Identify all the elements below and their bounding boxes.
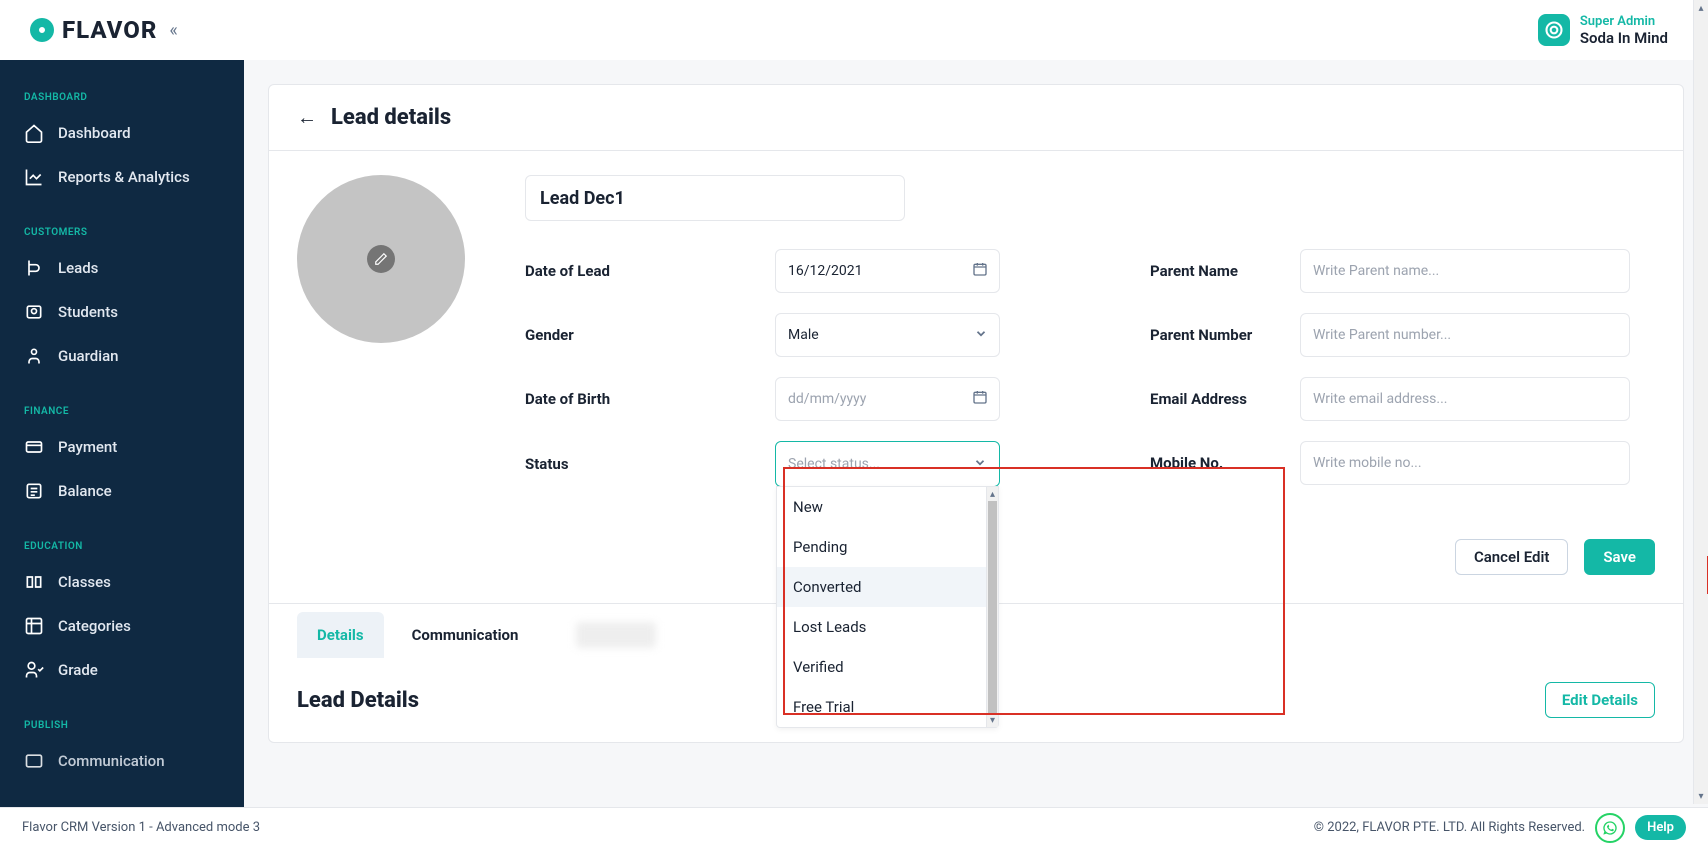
footer: Flavor CRM Version 1 - Advanced mode 3 ©… (0, 807, 1708, 847)
chart-icon (24, 167, 44, 187)
footer-copyright: © 2022, FLAVOR PTE. LTD. All Rights Rese… (1314, 820, 1585, 835)
leads-icon (24, 258, 44, 278)
scroll-up-icon[interactable]: ▴ (1694, 0, 1708, 16)
scroll-down-icon[interactable]: ▾ (1694, 788, 1708, 804)
scroll-up-icon[interactable]: ▴ (987, 487, 998, 501)
mobile-label: Mobile No. (1150, 454, 1300, 472)
home-icon (24, 123, 44, 143)
scroll-thumb[interactable] (988, 501, 997, 713)
back-arrow-icon[interactable]: ← (297, 105, 317, 130)
sidebar-item-dashboard[interactable]: Dashboard (0, 111, 244, 155)
sidebar-item-label: Dashboard (58, 124, 131, 142)
parent-name-label: Parent Name (1150, 262, 1300, 280)
sidebar: Dashboard Dashboard Reports & Analytics … (0, 60, 244, 807)
sidebar-item-balance[interactable]: Balance (0, 469, 244, 513)
footer-version: Flavor CRM Version 1 - Advanced mode 3 (22, 820, 260, 835)
sidebar-item-label: Students (58, 303, 118, 321)
sidebar-item-label: Reports & Analytics (58, 168, 190, 186)
status-option-freetrial[interactable]: Free Trial (777, 687, 986, 727)
parent-number-input[interactable] (1300, 313, 1630, 357)
status-option-new[interactable]: New (777, 487, 986, 527)
dropdown-scrollbar[interactable]: ▴ ▾ (986, 487, 998, 727)
status-option-converted[interactable]: Converted (777, 567, 986, 607)
grade-icon (24, 660, 44, 680)
whatsapp-icon[interactable] (1595, 813, 1625, 843)
page-title: Lead details (331, 105, 451, 130)
balance-icon (24, 481, 44, 501)
help-button[interactable]: Help (1635, 815, 1686, 840)
dob-input[interactable] (775, 377, 1000, 421)
status-option-pending[interactable]: Pending (777, 527, 986, 567)
sidebar-section-dashboard: Dashboard (0, 92, 244, 111)
edit-avatar-icon[interactable] (367, 245, 395, 273)
sidebar-item-label: Guardian (58, 347, 119, 365)
sidebar-item-label: Grade (58, 661, 98, 679)
gender-select[interactable] (775, 313, 1000, 357)
status-label: Status (525, 455, 775, 473)
date-of-lead-label: Date of Lead (525, 262, 775, 280)
email-input[interactable] (1300, 377, 1630, 421)
sidebar-item-label: Categories (58, 617, 131, 635)
sidebar-item-grade[interactable]: Grade (0, 648, 244, 692)
tab-details[interactable]: Details (297, 612, 384, 658)
sidebar-item-leads[interactable]: Leads (0, 246, 244, 290)
communication-icon (24, 751, 44, 771)
tab-communication[interactable]: Communication (392, 612, 539, 658)
sidebar-item-label: Classes (58, 573, 111, 591)
sidebar-item-reports[interactable]: Reports & Analytics (0, 155, 244, 199)
students-icon (24, 302, 44, 322)
edit-details-button[interactable]: Edit Details (1545, 682, 1655, 718)
user-meta: Super Admin Soda In Mind (1580, 14, 1668, 47)
sidebar-item-payment[interactable]: Payment (0, 425, 244, 469)
page-scrollbar[interactable]: ▴ ▾ (1693, 0, 1708, 804)
sidebar-section-customers: Customers (0, 227, 244, 246)
main-content: ← Lead details Date of Lead (244, 60, 1708, 807)
sidebar-collapse-icon[interactable]: « (169, 20, 177, 41)
mobile-input[interactable] (1300, 441, 1630, 485)
lead-name-input[interactable] (525, 175, 905, 221)
scroll-down-icon[interactable]: ▾ (987, 713, 998, 727)
lead-card: ← Lead details Date of Lead (268, 84, 1684, 743)
sidebar-section-finance: Finance (0, 406, 244, 425)
brand-text: FLAVOR (62, 16, 157, 44)
sidebar-item-label: Communication (58, 752, 165, 770)
sidebar-item-label: Balance (58, 482, 112, 500)
sidebar-section-education: Education (0, 541, 244, 560)
sidebar-item-categories[interactable]: Categories (0, 604, 244, 648)
card-header: ← Lead details (269, 85, 1683, 151)
top-header: FLAVOR « Super Admin Soda In Mind (0, 0, 1708, 60)
categories-icon (24, 616, 44, 636)
payment-icon (24, 437, 44, 457)
save-button[interactable]: Save (1584, 539, 1655, 575)
sidebar-item-label: Payment (58, 438, 117, 456)
user-role: Super Admin (1580, 14, 1668, 29)
date-of-lead-input[interactable] (775, 249, 1000, 293)
sidebar-item-classes[interactable]: Classes (0, 560, 244, 604)
sidebar-item-students[interactable]: Students (0, 290, 244, 334)
brand-logo[interactable]: FLAVOR (30, 16, 157, 44)
sidebar-item-guardian[interactable]: Guardian (0, 334, 244, 378)
lead-details-heading: Lead Details (297, 688, 419, 713)
user-name: Soda In Mind (1580, 29, 1668, 47)
status-select[interactable] (776, 442, 999, 486)
cancel-edit-button[interactable]: Cancel Edit (1455, 539, 1568, 575)
brand-logo-icon (30, 18, 54, 42)
user-avatar-icon[interactable] (1538, 14, 1570, 46)
guardian-icon (24, 346, 44, 366)
gender-label: Gender (525, 326, 775, 344)
status-option-verified[interactable]: Verified (777, 647, 986, 687)
tab-blurred (576, 622, 656, 648)
lead-avatar[interactable] (297, 175, 465, 343)
sidebar-section-publish: Publish (0, 720, 244, 739)
parent-number-label: Parent Number (1150, 326, 1300, 344)
status-dropdown-panel: New Pending Converted Lost Leads Verifie… (776, 486, 999, 728)
sidebar-item-label: Leads (58, 259, 98, 277)
dob-label: Date of Birth (525, 390, 775, 408)
classes-icon (24, 572, 44, 592)
sidebar-item-communication[interactable]: Communication (0, 739, 244, 783)
status-option-lost[interactable]: Lost Leads (777, 607, 986, 647)
parent-name-input[interactable] (1300, 249, 1630, 293)
email-label: Email Address (1150, 390, 1300, 408)
